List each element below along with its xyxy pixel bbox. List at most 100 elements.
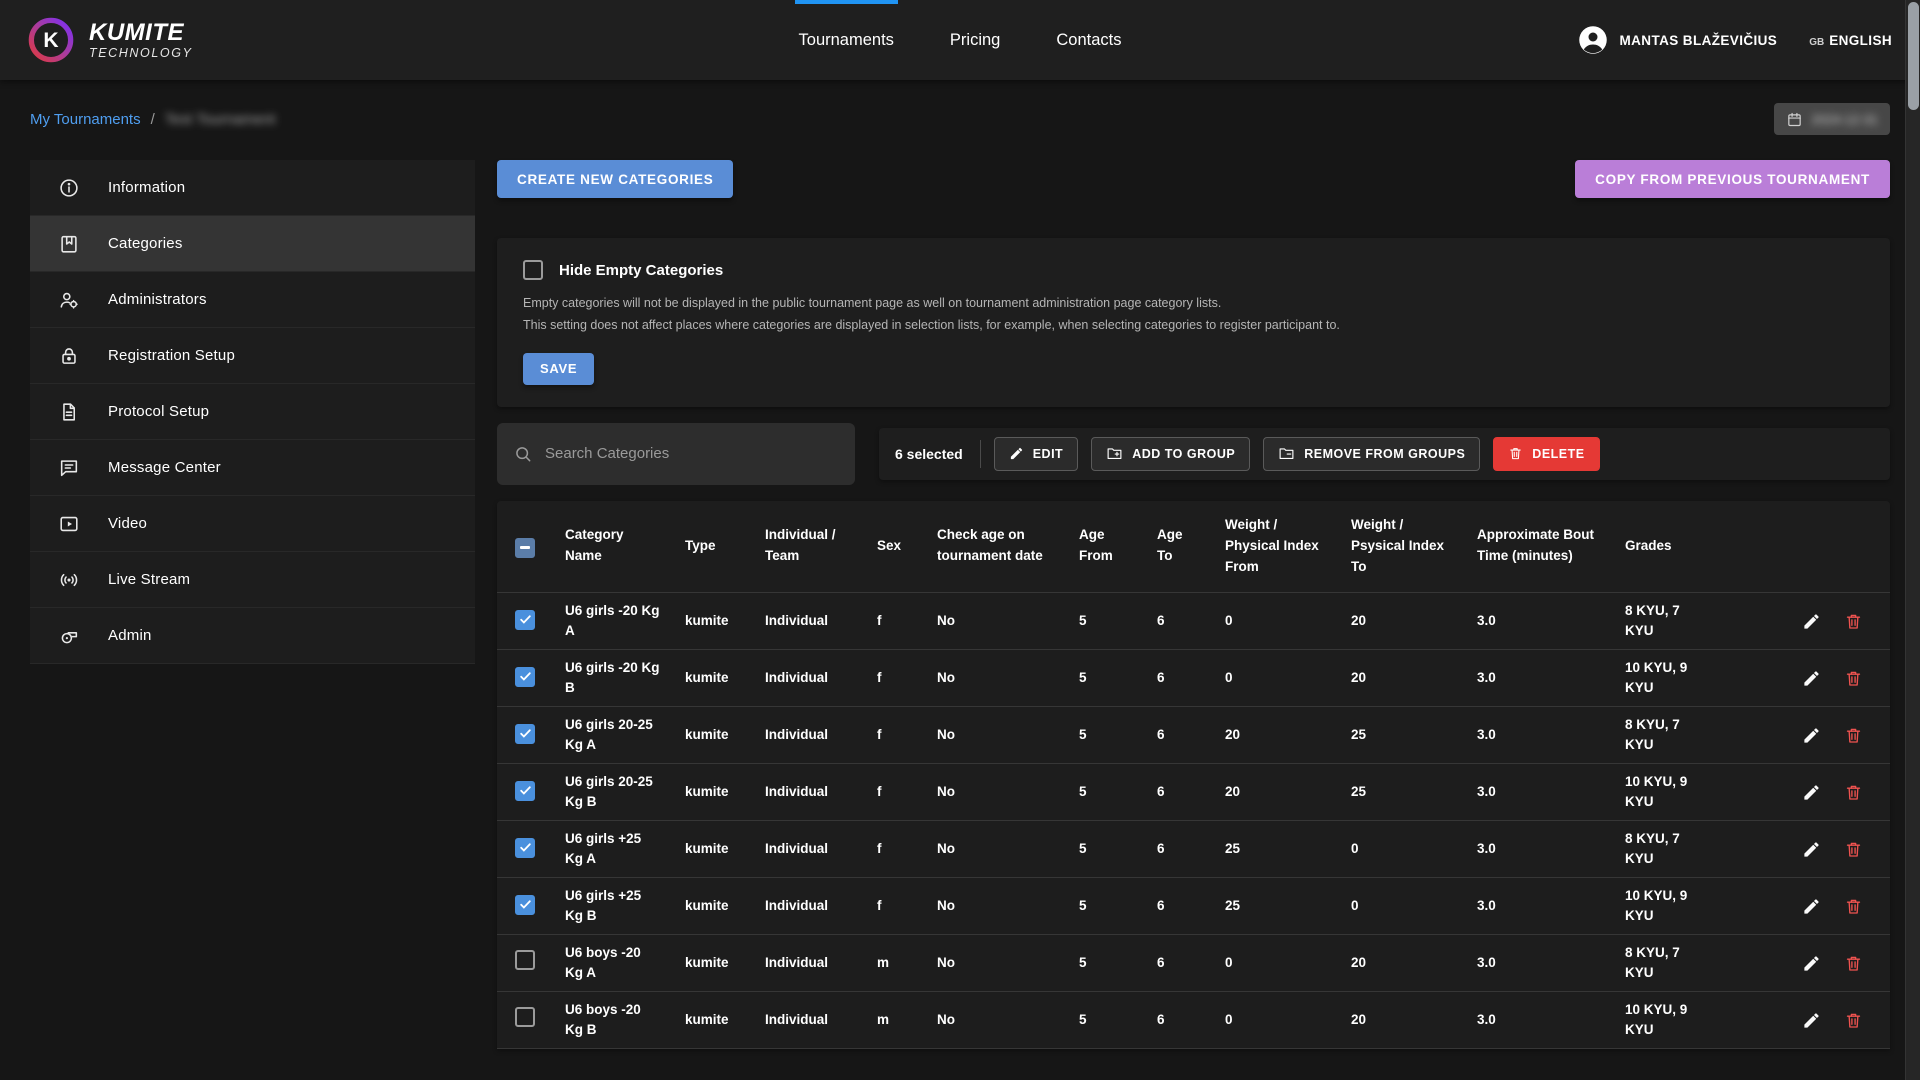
cell-bout-time: 3.0 [1465, 593, 1613, 650]
search-categories-box[interactable] [497, 423, 855, 485]
table-row[interactable]: U6 girls -20 Kg B kumite Individual f No… [497, 650, 1890, 707]
cell-weight-to: 0 [1339, 821, 1465, 878]
add-to-group-button[interactable]: ADD TO GROUP [1091, 437, 1250, 471]
edit-row-icon[interactable] [1794, 832, 1828, 866]
hide-empty-categories-row[interactable]: Hide Empty Categories [523, 260, 1864, 280]
cell-sex: f [865, 764, 925, 821]
edit-button[interactable]: EDIT [994, 437, 1078, 471]
delete-row-icon[interactable] [1836, 661, 1870, 695]
table-row[interactable]: U6 girls 20-25 Kg B kumite Individual f … [497, 764, 1890, 821]
table-row[interactable]: U6 girls -20 Kg A kumite Individual f No… [497, 593, 1890, 650]
delete-row-icon[interactable] [1836, 718, 1870, 752]
divider [980, 440, 981, 468]
cell-individual-team: Individual [753, 593, 865, 650]
delete-row-icon[interactable] [1836, 889, 1870, 923]
sidebar-item-admin[interactable]: Admin [30, 608, 475, 664]
hide-empty-categories-checkbox[interactable] [523, 260, 543, 280]
breadcrumb-my-tournaments[interactable]: My Tournaments [30, 111, 141, 128]
table-row[interactable]: U6 boys -20 Kg A kumite Individual m No … [497, 935, 1890, 992]
row-checkbox[interactable] [515, 781, 535, 801]
cell-age-from: 5 [1067, 821, 1145, 878]
cell-weight-to: 20 [1339, 593, 1465, 650]
cell-weight-from: 20 [1213, 764, 1339, 821]
edit-row-icon[interactable] [1794, 718, 1828, 752]
row-checkbox[interactable] [515, 724, 535, 744]
user-name[interactable]: MANTAS BLAŽEVIČIUS [1620, 33, 1778, 48]
sidebar-item-categories[interactable]: Categories [30, 216, 475, 272]
sidebar-item-live-stream[interactable]: Live Stream [30, 552, 475, 608]
col-header-check-age: Check age on tournament date [925, 501, 1067, 593]
col-header-grades: Grades [1613, 501, 1721, 593]
col-header-individual-team: Individual / Team [753, 501, 865, 593]
sidebar-item-information[interactable]: Information [30, 160, 475, 216]
delete-button[interactable]: DELETE [1493, 437, 1599, 471]
cell-sex: m [865, 992, 925, 1049]
cell-bout-time: 3.0 [1465, 764, 1613, 821]
cell-grades: 8 KYU, 7 KYU [1613, 707, 1721, 764]
col-header-type: Type [673, 501, 753, 593]
table-row[interactable]: U6 boys -20 Kg B kumite Individual m No … [497, 992, 1890, 1049]
edit-row-icon[interactable] [1794, 604, 1828, 638]
cell-age-from: 5 [1067, 593, 1145, 650]
nav-contacts-label: Contacts [1056, 31, 1121, 50]
cell-age-to: 6 [1145, 992, 1213, 1049]
sidebar-item-registration-setup[interactable]: Registration Setup [30, 328, 475, 384]
page-scrollbar[interactable] [1905, 0, 1920, 1080]
tournament-date-chip[interactable]: 2024-12-31 [1774, 103, 1891, 135]
sidebar-item-message-center[interactable]: Message Center [30, 440, 475, 496]
sidebar-item-protocol-setup[interactable]: Protocol Setup [30, 384, 475, 440]
cell-weight-from: 0 [1213, 593, 1339, 650]
table-row[interactable]: U6 girls 20-25 Kg A kumite Individual f … [497, 707, 1890, 764]
cell-type: kumite [673, 593, 753, 650]
check-icon [519, 670, 532, 683]
remove-from-groups-button[interactable]: REMOVE FROM GROUPS [1263, 437, 1480, 471]
cell-type: kumite [673, 878, 753, 935]
col-header-category-name: Category Name [553, 501, 673, 593]
scrollbar-thumb[interactable] [1908, 2, 1919, 110]
account-avatar-icon[interactable] [1578, 25, 1608, 55]
cell-category-name: U6 girls +25 Kg A [553, 821, 673, 878]
language-selector[interactable]: GB ENGLISH [1809, 33, 1892, 48]
delete-row-icon[interactable] [1836, 775, 1870, 809]
save-button[interactable]: SAVE [523, 353, 594, 385]
nav-pricing[interactable]: Pricing [930, 0, 1020, 80]
manage-accounts-icon [58, 289, 80, 311]
add-to-group-label: ADD TO GROUP [1132, 447, 1235, 461]
row-checkbox[interactable] [515, 895, 535, 915]
row-checkbox[interactable] [515, 667, 535, 687]
row-checkbox[interactable] [515, 610, 535, 630]
copy-from-previous-tournament-button[interactable]: COPY FROM PREVIOUS TOURNAMENT [1575, 160, 1890, 198]
content-layout: Information Categories Administrators Re… [0, 140, 1920, 1049]
pencil-icon [1009, 446, 1024, 461]
nav-tournaments[interactable]: Tournaments [779, 0, 914, 80]
edit-row-icon[interactable] [1794, 946, 1828, 980]
categories-table: Category Name Type Individual / Team Sex… [497, 501, 1890, 1050]
delete-row-icon[interactable] [1836, 604, 1870, 638]
search-categories-input[interactable] [545, 445, 839, 462]
cell-check-age: No [925, 821, 1067, 878]
nav-contacts[interactable]: Contacts [1036, 0, 1141, 80]
edit-row-icon[interactable] [1794, 889, 1828, 923]
table-row[interactable]: U6 girls +25 Kg A kumite Individual f No… [497, 821, 1890, 878]
edit-row-icon[interactable] [1794, 661, 1828, 695]
select-all-checkbox[interactable] [515, 538, 535, 558]
delete-row-icon[interactable] [1836, 946, 1870, 980]
edit-row-icon[interactable] [1794, 1003, 1828, 1037]
brand[interactable]: K KUMITE TECHNOLOGY [28, 0, 779, 80]
create-new-categories-button[interactable]: CREATE NEW CATEGORIES [497, 160, 733, 198]
row-checkbox[interactable] [515, 838, 535, 858]
sidebar-item-administrators[interactable]: Administrators [30, 272, 475, 328]
sidebar-item-video[interactable]: Video [30, 496, 475, 552]
check-icon [519, 727, 532, 740]
main-content: CREATE NEW CATEGORIES COPY FROM PREVIOUS… [497, 160, 1890, 1049]
cell-category-name: U6 girls +25 Kg B [553, 878, 673, 935]
delete-row-icon[interactable] [1836, 1003, 1870, 1037]
edit-row-icon[interactable] [1794, 775, 1828, 809]
row-checkbox[interactable] [515, 950, 535, 970]
row-checkbox[interactable] [515, 1007, 535, 1027]
cell-sex: f [865, 593, 925, 650]
cell-check-age: No [925, 764, 1067, 821]
brand-text: KUMITE TECHNOLOGY [89, 20, 193, 60]
delete-row-icon[interactable] [1836, 832, 1870, 866]
table-row[interactable]: U6 girls +25 Kg B kumite Individual f No… [497, 878, 1890, 935]
